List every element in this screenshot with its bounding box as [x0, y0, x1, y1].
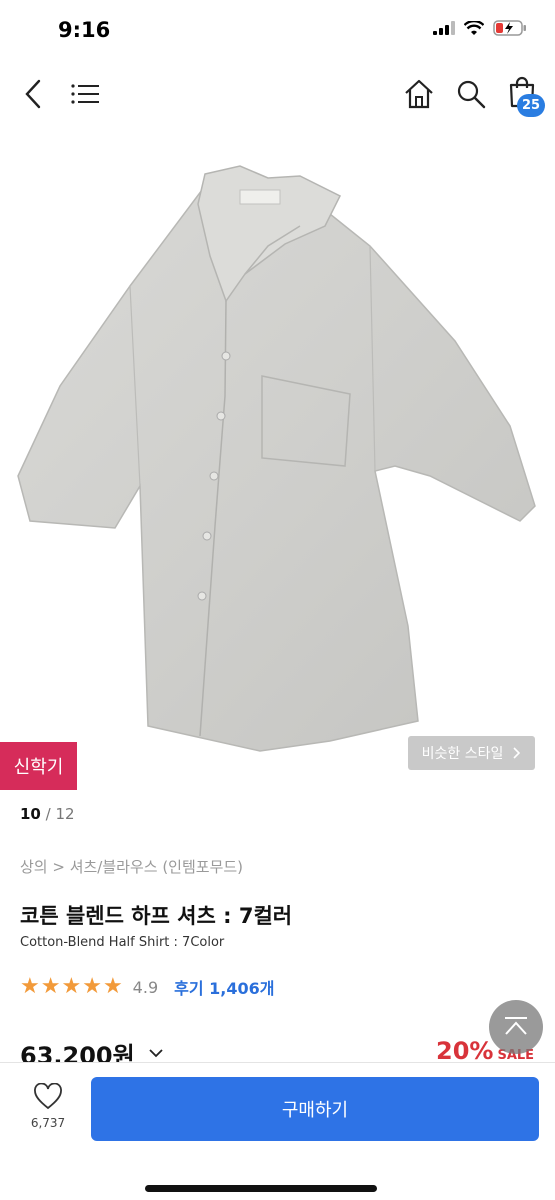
search-button[interactable]	[452, 74, 490, 114]
search-icon	[457, 80, 486, 109]
heart-icon	[34, 1083, 62, 1110]
image-counter: 10 / 12	[20, 805, 75, 823]
menu-button[interactable]	[68, 76, 102, 112]
review-count-link[interactable]: 후기 1,406개	[174, 975, 274, 999]
image-counter-total: 12	[55, 805, 75, 823]
similar-style-label: 비슷한 스타일	[421, 746, 504, 762]
rating-row: ★ ★ ★ ★ ★ 4.9 후기 1,406개	[20, 975, 274, 999]
product-title: 코튼 블렌드 하프 셔츠 : 7컬러	[20, 904, 293, 928]
image-counter-separator: /	[40, 805, 56, 823]
buy-button[interactable]: 구매하기	[91, 1077, 539, 1141]
wifi-icon	[464, 20, 484, 35]
rating-value: 4.9	[132, 977, 159, 997]
home-indicator	[145, 1185, 377, 1192]
discount-percent: 20%	[436, 1037, 494, 1065]
chevron-down-icon[interactable]	[149, 1049, 163, 1058]
home-button[interactable]	[400, 74, 438, 114]
image-counter-current: 10	[20, 805, 41, 823]
status-bar: 9:16	[0, 0, 555, 62]
signal-icon	[433, 21, 455, 35]
scroll-to-top-button[interactable]	[489, 1000, 543, 1054]
product-subtitle-en: Cotton-Blend Half Shirt : 7Color	[20, 935, 225, 950]
product-image-gallery[interactable]	[0, 126, 555, 796]
rating-stars: ★ ★ ★ ★ ★	[20, 976, 123, 998]
new-semester-badge: 신학기	[0, 742, 77, 790]
status-time: 9:16	[58, 18, 111, 42]
home-icon	[405, 79, 433, 109]
star-icon: ★	[40, 974, 61, 999]
product-shirt-image	[17, 165, 536, 752]
star-icon: ★	[20, 974, 40, 999]
hamburger-list-icon	[71, 84, 99, 104]
status-icons	[433, 20, 527, 36]
star-icon: ★	[82, 974, 102, 999]
similar-style-button[interactable]: 비슷한 스타일	[408, 736, 535, 770]
like-count: 6,737	[30, 1116, 66, 1130]
arrow-up-icon	[505, 1017, 527, 1035]
back-button[interactable]	[16, 74, 50, 114]
star-icon: ★	[102, 974, 123, 999]
top-nav-bar	[0, 62, 555, 126]
bottom-action-bar: 6,737 구매하기	[0, 1062, 555, 1200]
category-breadcrumb[interactable]: 상의 > 셔츠/블라우스 (인템포무드)	[20, 856, 243, 877]
chevron-left-icon	[25, 79, 41, 109]
star-icon: ★	[61, 974, 82, 999]
chevron-right-icon	[513, 747, 521, 759]
like-button[interactable]: 6,737	[18, 1083, 78, 1130]
cart-count-badge: 25	[517, 94, 545, 117]
battery-icon	[493, 20, 526, 36]
